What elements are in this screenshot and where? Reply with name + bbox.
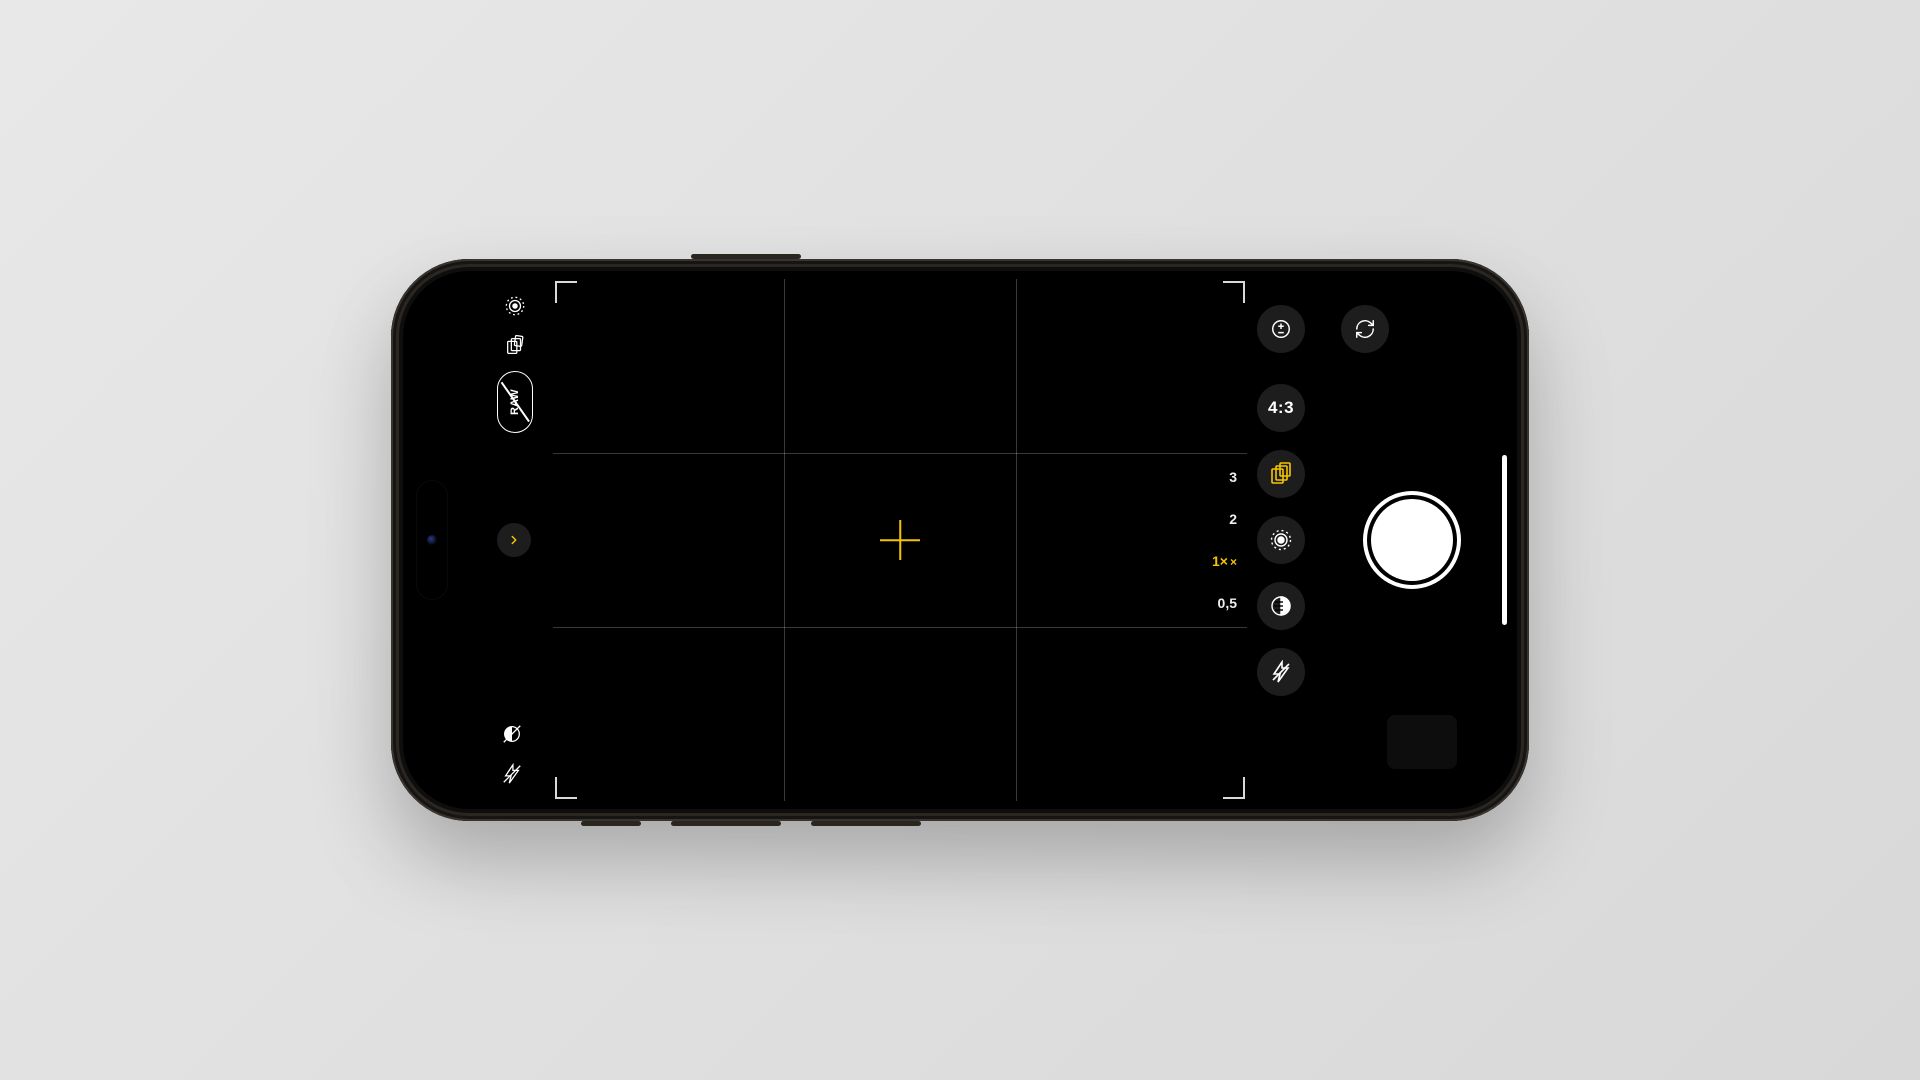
photographic-styles-button[interactable] (1257, 450, 1305, 498)
volume-up-button (671, 821, 781, 826)
filters-button[interactable] (1257, 582, 1305, 630)
shutter-button[interactable] (1371, 499, 1453, 581)
screen: RAW (403, 271, 1517, 809)
photographic-styles-icon (1269, 462, 1293, 486)
frame-corner (555, 777, 577, 799)
grid-line (1016, 279, 1017, 801)
aspect-ratio-button[interactable]: 4:3 (1257, 384, 1305, 432)
exposure-button[interactable] (1257, 305, 1305, 353)
camera-app: RAW (403, 271, 1517, 809)
last-photo-thumbnail[interactable] (1387, 715, 1457, 769)
viewfinder[interactable]: 3 2 1× 0,5 (553, 279, 1247, 801)
grid-line (553, 627, 1247, 628)
grid-line (553, 453, 1247, 454)
aspect-ratio-label: 4:3 (1268, 398, 1294, 418)
zoom-levels: 3 2 1× 0,5 (1212, 469, 1237, 611)
zoom-0-5x[interactable]: 0,5 (1218, 595, 1237, 611)
camera-flip-icon (1354, 318, 1376, 340)
filters-icon (1269, 594, 1293, 618)
frame-corner (555, 281, 577, 303)
left-controls: RAW (403, 271, 553, 809)
phone-frame: RAW (391, 259, 1529, 821)
zoom-2x[interactable]: 2 (1229, 511, 1237, 527)
side-button (691, 254, 801, 259)
raw-toggle[interactable]: RAW (497, 371, 533, 433)
flash-off-icon[interactable] (497, 759, 527, 789)
zoom-1x[interactable]: 1× (1212, 553, 1237, 569)
volume-down-button (811, 821, 921, 826)
level-crosshair-icon (880, 520, 920, 560)
right-controls: 4:3 (1247, 271, 1517, 809)
chevron-right-icon (507, 533, 521, 547)
flash-button[interactable] (1257, 648, 1305, 696)
mute-switch (581, 821, 641, 826)
frame-corner (1223, 777, 1245, 799)
zoom-3x[interactable]: 3 (1229, 469, 1237, 485)
photographic-styles-icon[interactable] (500, 331, 530, 361)
camera-flip-button[interactable] (1341, 305, 1389, 353)
live-photo-icon[interactable] (500, 291, 530, 321)
live-photo-icon (1269, 528, 1293, 552)
expand-controls-button[interactable] (497, 523, 531, 557)
live-photo-button[interactable] (1257, 516, 1305, 564)
frame-corner (1223, 281, 1245, 303)
night-mode-off-icon[interactable] (497, 719, 527, 749)
exposure-icon (1270, 318, 1292, 340)
flash-off-icon (1269, 660, 1293, 684)
grid-line (784, 279, 785, 801)
